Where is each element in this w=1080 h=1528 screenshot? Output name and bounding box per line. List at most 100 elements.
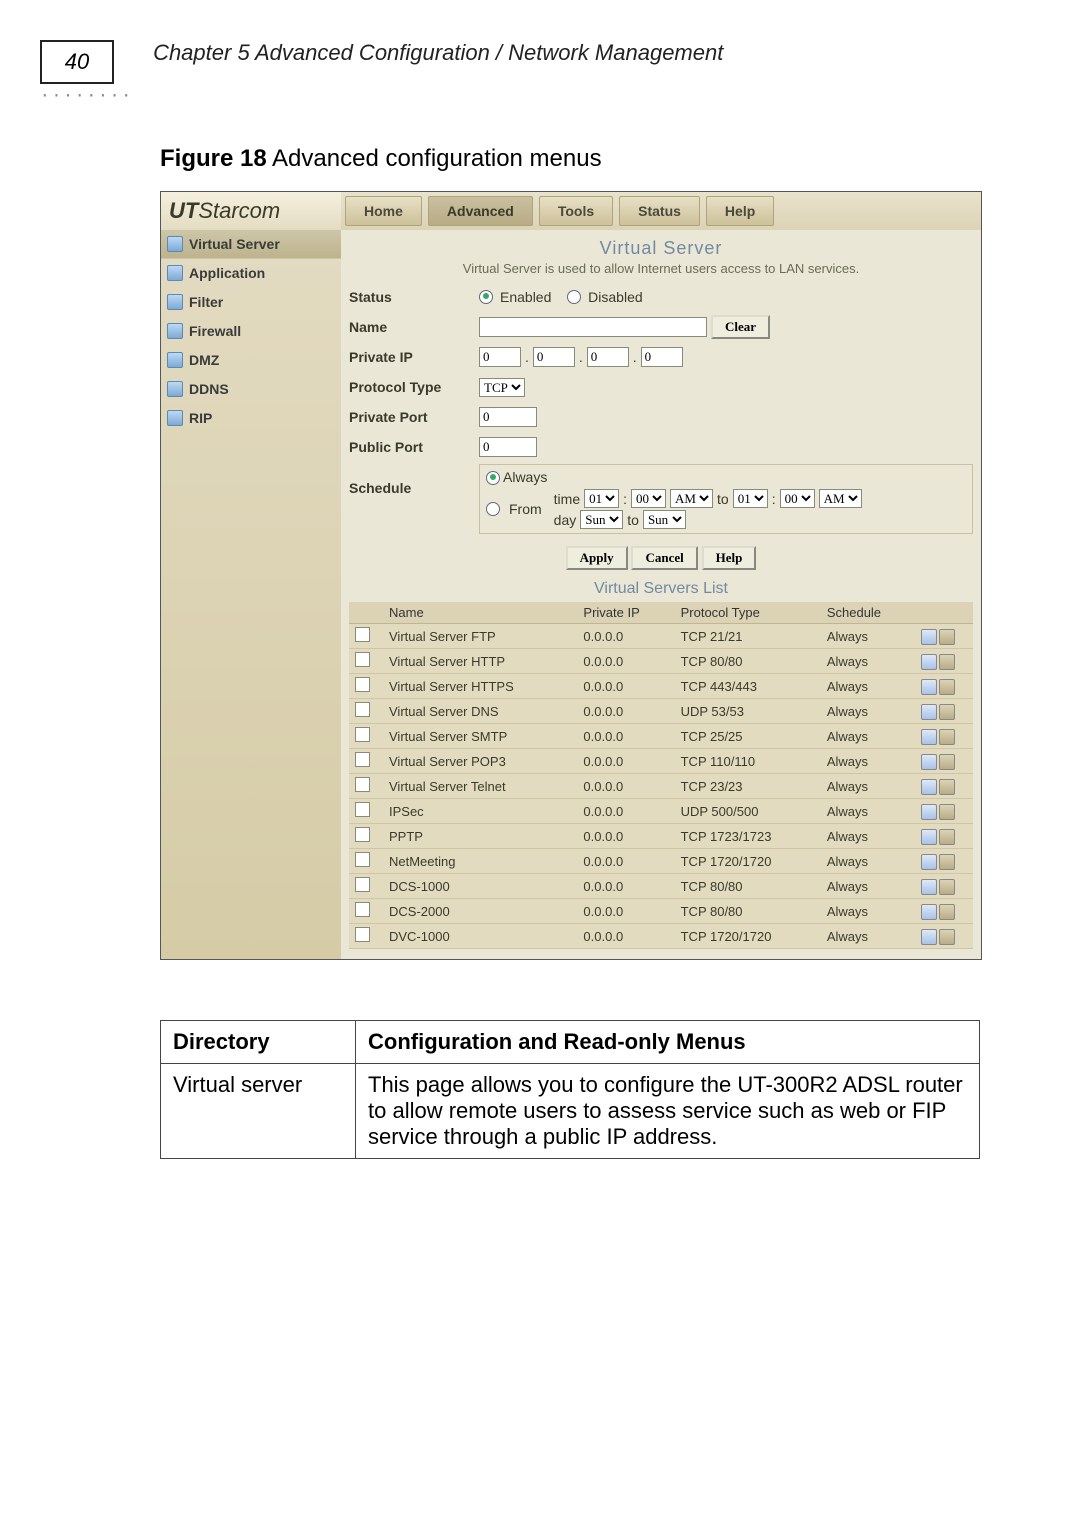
row-ip: 0.0.0.0 bbox=[577, 824, 674, 849]
row-checkbox[interactable] bbox=[355, 777, 370, 792]
delete-icon[interactable] bbox=[939, 754, 955, 770]
edit-icon[interactable] bbox=[921, 654, 937, 670]
row-checkbox[interactable] bbox=[355, 927, 370, 942]
delete-icon[interactable] bbox=[939, 804, 955, 820]
label-public-port: Public Port bbox=[349, 439, 479, 455]
tab-advanced[interactable]: Advanced bbox=[428, 196, 533, 226]
row-ip: 0.0.0.0 bbox=[577, 849, 674, 874]
row-ip: 0.0.0.0 bbox=[577, 649, 674, 674]
row-ip: 0.0.0.0 bbox=[577, 749, 674, 774]
ampm1-select[interactable]: AM bbox=[670, 489, 713, 508]
cancel-button[interactable]: Cancel bbox=[631, 546, 697, 570]
row-checkbox[interactable] bbox=[355, 627, 370, 642]
name-input[interactable] bbox=[479, 317, 707, 337]
sidebar-item-filter[interactable]: Filter bbox=[161, 288, 341, 317]
edit-icon[interactable] bbox=[921, 929, 937, 945]
row-checkbox[interactable] bbox=[355, 902, 370, 917]
row-checkbox[interactable] bbox=[355, 877, 370, 892]
row-ip: 0.0.0.0 bbox=[577, 674, 674, 699]
row-checkbox[interactable] bbox=[355, 652, 370, 667]
tab-tools[interactable]: Tools bbox=[539, 196, 613, 226]
edit-icon[interactable] bbox=[921, 629, 937, 645]
edit-icon[interactable] bbox=[921, 779, 937, 795]
row-checkbox[interactable] bbox=[355, 827, 370, 842]
table-row: Virtual Server DNS0.0.0.0UDP 53/53Always bbox=[349, 699, 973, 724]
row-checkbox[interactable] bbox=[355, 802, 370, 817]
min2-select[interactable]: 00 bbox=[780, 489, 815, 508]
day2-select[interactable]: Sun bbox=[643, 510, 686, 529]
help-button[interactable]: Help bbox=[702, 546, 757, 570]
disabled-text: Disabled bbox=[588, 289, 642, 305]
tab-status[interactable]: Status bbox=[619, 196, 700, 226]
clear-button[interactable]: Clear bbox=[711, 315, 770, 339]
delete-icon[interactable] bbox=[939, 629, 955, 645]
edit-icon[interactable] bbox=[921, 879, 937, 895]
apply-button[interactable]: Apply bbox=[566, 546, 628, 570]
row-proto: UDP 53/53 bbox=[675, 699, 821, 724]
hour2-select[interactable]: 01 bbox=[733, 489, 768, 508]
sidebar-item-virtual-server[interactable]: Virtual Server bbox=[161, 230, 341, 259]
delete-icon[interactable] bbox=[939, 779, 955, 795]
label-status: Status bbox=[349, 289, 479, 305]
sidebar-item-ddns[interactable]: DDNS bbox=[161, 375, 341, 404]
row-checkbox[interactable] bbox=[355, 677, 370, 692]
delete-icon[interactable] bbox=[939, 829, 955, 845]
delete-icon[interactable] bbox=[939, 879, 955, 895]
ip-c-input[interactable] bbox=[587, 347, 629, 367]
private-port-input[interactable] bbox=[479, 407, 537, 427]
row-checkbox[interactable] bbox=[355, 852, 370, 867]
edit-icon[interactable] bbox=[921, 854, 937, 870]
radio-disabled[interactable] bbox=[567, 290, 581, 304]
edit-icon[interactable] bbox=[921, 704, 937, 720]
row-sched: Always bbox=[821, 899, 915, 924]
sidebar-item-rip[interactable]: RIP bbox=[161, 404, 341, 433]
edit-icon[interactable] bbox=[921, 804, 937, 820]
delete-icon[interactable] bbox=[939, 679, 955, 695]
delete-icon[interactable] bbox=[939, 929, 955, 945]
radio-enabled[interactable] bbox=[479, 290, 493, 304]
public-port-input[interactable] bbox=[479, 437, 537, 457]
sidebar-label: RIP bbox=[189, 410, 212, 426]
label-private-ip: Private IP bbox=[349, 349, 479, 365]
protocol-select[interactable]: TCP bbox=[479, 378, 525, 397]
ip-a-input[interactable] bbox=[479, 347, 521, 367]
delete-icon[interactable] bbox=[939, 904, 955, 920]
row-checkbox[interactable] bbox=[355, 727, 370, 742]
tab-home[interactable]: Home bbox=[345, 196, 422, 226]
edit-icon[interactable] bbox=[921, 829, 937, 845]
table-row: Virtual Server Telnet0.0.0.0TCP 23/23Alw… bbox=[349, 774, 973, 799]
radio-always[interactable] bbox=[486, 471, 500, 485]
config-header: Configuration and Read-only Menus bbox=[356, 1021, 980, 1064]
row-checkbox[interactable] bbox=[355, 702, 370, 717]
row-name: Virtual Server FTP bbox=[383, 624, 577, 649]
row-checkbox[interactable] bbox=[355, 752, 370, 767]
ip-b-input[interactable] bbox=[533, 347, 575, 367]
edit-icon[interactable] bbox=[921, 754, 937, 770]
bullet-icon bbox=[167, 265, 183, 281]
edit-icon[interactable] bbox=[921, 729, 937, 745]
edit-icon[interactable] bbox=[921, 679, 937, 695]
sidebar-item-firewall[interactable]: Firewall bbox=[161, 317, 341, 346]
to-label: to bbox=[717, 491, 729, 507]
sidebar-item-dmz[interactable]: DMZ bbox=[161, 346, 341, 375]
label-protocol-type: Protocol Type bbox=[349, 379, 479, 395]
ampm2-select[interactable]: AM bbox=[819, 489, 862, 508]
radio-from[interactable] bbox=[486, 502, 500, 516]
day1-select[interactable]: Sun bbox=[580, 510, 623, 529]
tab-help[interactable]: Help bbox=[706, 196, 774, 226]
delete-icon[interactable] bbox=[939, 654, 955, 670]
row-proto: UDP 500/500 bbox=[675, 799, 821, 824]
min1-select[interactable]: 00 bbox=[631, 489, 666, 508]
brand-logo: UTStarcom bbox=[161, 192, 341, 230]
delete-icon[interactable] bbox=[939, 729, 955, 745]
sidebar-item-application[interactable]: Application bbox=[161, 259, 341, 288]
ip-d-input[interactable] bbox=[641, 347, 683, 367]
hour1-select[interactable]: 01 bbox=[584, 489, 619, 508]
delete-icon[interactable] bbox=[939, 854, 955, 870]
sidebar-label: Virtual Server bbox=[189, 236, 280, 252]
edit-icon[interactable] bbox=[921, 904, 937, 920]
row-sched: Always bbox=[821, 724, 915, 749]
delete-icon[interactable] bbox=[939, 704, 955, 720]
label-private-port: Private Port bbox=[349, 409, 479, 425]
bullet-icon bbox=[167, 323, 183, 339]
